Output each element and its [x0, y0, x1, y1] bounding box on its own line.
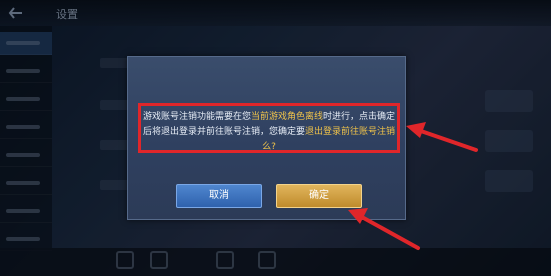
annotation-arrow-icon — [348, 208, 420, 250]
annotation-arrow-icon — [406, 122, 478, 152]
annotation-arrows — [348, 122, 478, 250]
